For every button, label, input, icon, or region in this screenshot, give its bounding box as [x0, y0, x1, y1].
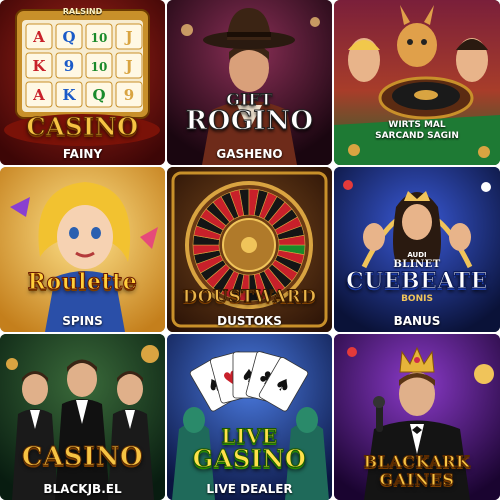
- tile-logo-line1: BLACKARK: [363, 452, 471, 472]
- tile-logo-sub: BONIS: [401, 294, 433, 304]
- tile-logo: DOUSTWARD: [182, 287, 317, 308]
- slot-symbol: A: [32, 86, 45, 104]
- tile-logo-line2: GAINES: [379, 470, 455, 490]
- slot-symbol: 10: [91, 60, 108, 74]
- tile-caption: SPINS: [62, 314, 103, 328]
- tile-gift-rogino[interactable]: GIFT ROGINO GASHENO: [167, 0, 332, 165]
- tile-logo-line2: GASINO: [192, 444, 307, 474]
- dealers-art: [0, 334, 165, 500]
- tile-badge: RALSIND: [62, 7, 103, 16]
- slot-symbol: A: [32, 28, 45, 46]
- tile-logo-line2: CUEBEATE: [346, 268, 488, 295]
- slot-symbol: K: [32, 57, 46, 75]
- tile-logo: CASINO: [26, 112, 139, 142]
- tile-cuebeate-banus[interactable]: AUDI BLINET CUEBEATE BONIS BANUS: [334, 167, 500, 332]
- tile-caption: BLACKJB.EL: [43, 482, 122, 496]
- game-tile-grid: A Q 10 J K 9 10 J A K Q 9 RALSIND CASINO FAINY: [0, 0, 500, 500]
- slot-symbol: Q: [62, 28, 75, 46]
- tile-logo: Roulette: [27, 269, 138, 296]
- tile-caption: BANUS: [393, 314, 441, 328]
- tile-casino-blackjack[interactable]: CASINO BLACKJB.EL: [0, 334, 165, 500]
- slot-symbol: K: [62, 86, 76, 104]
- tile-caption: LIVE DEALER: [206, 482, 293, 496]
- cartoon-girl-art: [0, 167, 165, 332]
- roulette-wheel-art: [167, 167, 332, 332]
- tile-caption: DUSTOKS: [217, 314, 282, 328]
- tile-wirts-mal[interactable]: WIRTS MAL SARCAND SAGIN: [334, 0, 500, 165]
- slot-symbol: Q: [92, 86, 105, 104]
- slot-symbol: J: [123, 57, 132, 75]
- tile-fainy-casino[interactable]: A Q 10 J K 9 10 J A K Q 9 RALSIND CASINO FAINY: [0, 0, 165, 165]
- slot-symbol: J: [123, 28, 132, 46]
- tile-logo-line2: ROGINO: [185, 106, 314, 137]
- tile-roulette-spins[interactable]: Roulette SPINS: [0, 167, 165, 332]
- slot-symbol: 9: [64, 57, 74, 75]
- tile-caption: GASHENO: [216, 147, 283, 161]
- tile-blackark-gaines[interactable]: BLACKARK GAINES: [334, 334, 500, 500]
- tile-subtext-line1: WIRTS MAL: [388, 120, 446, 130]
- slot-symbol: 10: [91, 31, 108, 45]
- cards-and-knights-art: ♠♥♠♣♠: [167, 334, 332, 500]
- slot-symbol: 9: [124, 86, 134, 104]
- queen-art: [334, 167, 500, 332]
- tile-caption: FAINY: [62, 147, 103, 161]
- cowboy-art: [167, 0, 332, 165]
- tile-doustoks[interactable]: DOUSTWARD DUSTOKS: [167, 167, 332, 332]
- tile-subtext-line2: SARCAND SAGIN: [375, 131, 459, 141]
- tile-live-casino[interactable]: ♠ ♥ ♠ ♣ ♠ LIVE GASINO LIVE DEALER: [167, 334, 332, 500]
- tile-logo: CASINO: [21, 442, 144, 473]
- tile-logo-top: AUDI: [407, 251, 427, 259]
